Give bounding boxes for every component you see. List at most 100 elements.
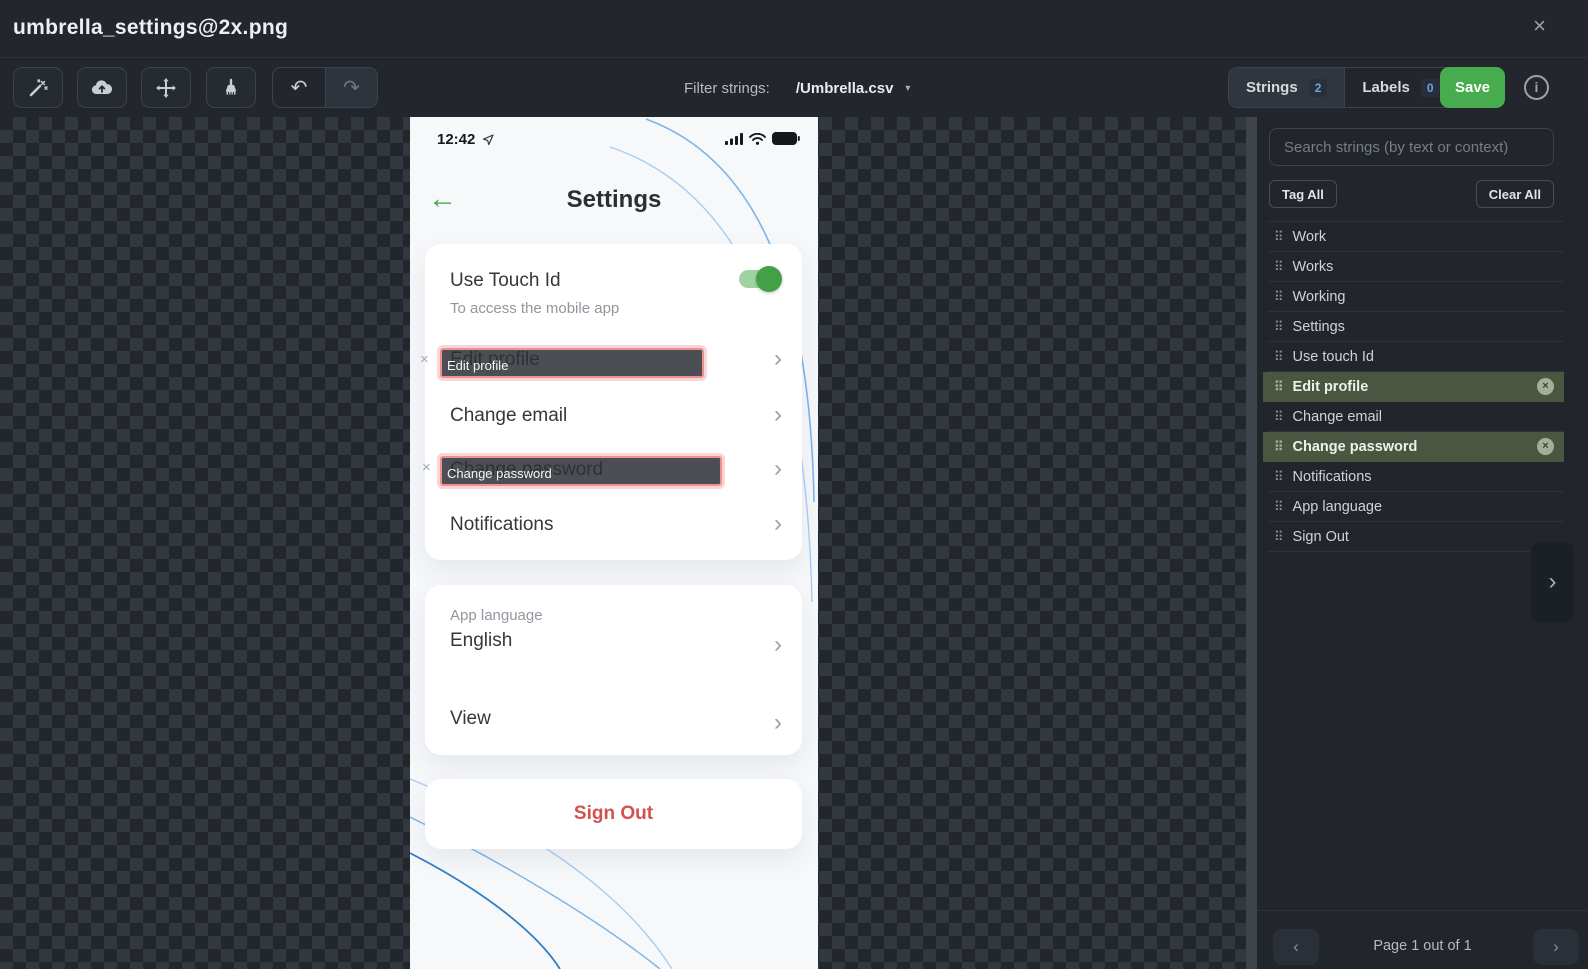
tag-all-button[interactable]: Tag All: [1269, 180, 1337, 208]
chevron-right-icon: ›: [774, 510, 782, 537]
drag-handle-icon[interactable]: ⠿: [1274, 499, 1284, 515]
filter-area: Filter strings: /Umbrella.csv ▾: [684, 58, 910, 118]
string-row-settings[interactable]: ⠿ Settings: [1267, 312, 1564, 342]
drag-handle-icon[interactable]: ⠿: [1274, 319, 1284, 335]
tag-box-change-password[interactable]: Change password: [440, 456, 722, 486]
labels-count-badge: 0: [1420, 78, 1440, 97]
string-label: Notifications: [1292, 468, 1372, 485]
phone-screen-title: Settings: [566, 186, 662, 213]
drag-handle-icon[interactable]: ⠿: [1274, 469, 1284, 485]
string-row-edit-profile[interactable]: ⠿ Edit profile ×: [1263, 372, 1564, 402]
undo-icon: ↶: [290, 77, 308, 99]
string-label: Works: [1292, 258, 1334, 275]
editor-canvas[interactable]: 12:42 ← Settings Use Touch Id To access …: [0, 117, 1246, 969]
toggle-knob: [756, 266, 782, 292]
remove-tag-x-icon[interactable]: ×: [422, 459, 431, 476]
drag-handle-icon[interactable]: ⠿: [1274, 379, 1284, 395]
sign-out-card: Sign Out: [425, 779, 802, 849]
string-label: Use touch Id: [1292, 348, 1374, 365]
string-label: Change email: [1292, 408, 1383, 425]
string-label: Work: [1292, 228, 1327, 245]
string-label: Change password: [1292, 438, 1418, 455]
save-button[interactable]: Save: [1440, 67, 1505, 108]
brush-button[interactable]: [206, 67, 256, 108]
drag-handle-icon[interactable]: ⠿: [1274, 289, 1284, 305]
string-row-work[interactable]: ⠿ Work: [1267, 222, 1564, 252]
untag-icon[interactable]: ×: [1537, 438, 1554, 455]
app-language-value: English: [450, 630, 513, 651]
untag-icon[interactable]: ×: [1537, 378, 1554, 395]
file-title: umbrella_settings@2x.png: [13, 16, 289, 39]
string-row-change-password[interactable]: ⠿ Change password ×: [1263, 432, 1564, 462]
filter-file-value: /Umbrella.csv: [795, 79, 894, 97]
chevron-right-icon: ›: [774, 709, 782, 736]
collapse-sidebar-button[interactable]: ›: [1531, 542, 1574, 622]
chevron-right-icon: ›: [774, 401, 782, 428]
title-bar: umbrella_settings@2x.png ×: [0, 0, 1588, 57]
redo-button[interactable]: ↷: [324, 68, 377, 107]
move-icon: [155, 77, 177, 99]
filter-file-dropdown[interactable]: /Umbrella.csv ▾: [796, 80, 911, 97]
chevron-right-icon: ›: [774, 455, 782, 482]
redo-icon: ↷: [343, 77, 360, 99]
drag-handle-icon[interactable]: ⠿: [1274, 229, 1284, 245]
drag-handle-icon[interactable]: ⠿: [1274, 409, 1284, 425]
tab-strings[interactable]: Strings 2: [1229, 68, 1345, 107]
sign-out-label: Sign Out: [573, 803, 654, 824]
string-row-working[interactable]: ⠿ Working: [1267, 282, 1564, 312]
battery-icon: [772, 132, 800, 150]
info-icon[interactable]: i: [1524, 75, 1549, 100]
undo-redo-group: ↶ ↷: [272, 67, 378, 108]
string-row-works[interactable]: ⠿ Works: [1267, 252, 1564, 282]
drag-handle-icon[interactable]: ⠿: [1274, 259, 1284, 275]
string-row-use-touch-id[interactable]: ⠿ Use touch Id: [1267, 342, 1564, 372]
language-card: App language English › View ›: [425, 585, 802, 755]
chevron-right-icon: ›: [774, 345, 782, 372]
string-row-app-language[interactable]: ⠿ App language: [1267, 492, 1564, 522]
string-label: Working: [1292, 288, 1346, 305]
status-time: 12:42: [437, 131, 476, 148]
touch-id-toggle: [739, 266, 782, 292]
row-view: View: [450, 708, 491, 729]
signal-icon: [725, 132, 743, 150]
string-row-notifications[interactable]: ⠿ Notifications: [1267, 462, 1564, 492]
toolbar: ↶ ↷ Filter strings: /Umbrella.csv ▾ Stri…: [0, 57, 1588, 117]
chevron-right-icon: ›: [774, 631, 782, 658]
drag-handle-icon[interactable]: ⠿: [1274, 349, 1284, 365]
touch-id-subtitle: To access the mobile app: [450, 300, 620, 317]
tab-strings-label: Strings: [1246, 79, 1298, 96]
drag-handle-icon[interactable]: ⠿: [1274, 439, 1284, 455]
cloud-upload-icon: [90, 77, 114, 99]
tag-label: Change password: [447, 466, 552, 481]
string-label: Settings: [1292, 318, 1345, 335]
upload-button[interactable]: [77, 67, 127, 108]
brush-icon: [220, 77, 242, 99]
magic-wand-button[interactable]: [13, 67, 63, 108]
search-input[interactable]: [1269, 128, 1554, 166]
string-label: App language: [1292, 498, 1383, 515]
move-button[interactable]: [141, 67, 191, 108]
string-row-sign-out[interactable]: ⠿ Sign Out: [1267, 522, 1564, 552]
clear-all-button[interactable]: Clear All: [1475, 180, 1554, 208]
string-label: Sign Out: [1292, 528, 1349, 545]
collapse-chevron-icon: ›: [1548, 568, 1557, 595]
strings-list: ⠿ Work ⠿ Works ⠿ Working ⠿ Settings ⠿ Us…: [1263, 221, 1564, 552]
magic-wand-icon: [27, 77, 49, 99]
close-icon[interactable]: ×: [1533, 15, 1546, 37]
string-row-change-email[interactable]: ⠿ Change email: [1267, 402, 1564, 432]
tag-box-edit-profile[interactable]: Edit profile: [440, 348, 704, 378]
canvas-scrollbar[interactable]: [1246, 117, 1257, 969]
undo-button[interactable]: ↶: [273, 68, 325, 107]
next-page-button[interactable]: ›: [1533, 929, 1579, 965]
location-arrow-icon: [482, 133, 494, 151]
strings-labels-tabs: Strings 2 Labels 0: [1228, 67, 1458, 108]
wifi-icon: [749, 132, 766, 150]
strings-sidebar: Tag All Clear All ⠿ Work ⠿ Works ⠿ Worki…: [1257, 117, 1588, 969]
caret-down-icon: ▾: [905, 82, 911, 94]
tab-labels-label: Labels: [1362, 79, 1410, 96]
row-change-email: Change email: [450, 405, 568, 426]
phone-screenshot: 12:42 ← Settings Use Touch Id To access …: [410, 117, 818, 969]
remove-tag-x-icon[interactable]: ×: [420, 351, 429, 368]
drag-handle-icon[interactable]: ⠿: [1274, 529, 1284, 545]
strings-count-badge: 2: [1308, 78, 1328, 97]
